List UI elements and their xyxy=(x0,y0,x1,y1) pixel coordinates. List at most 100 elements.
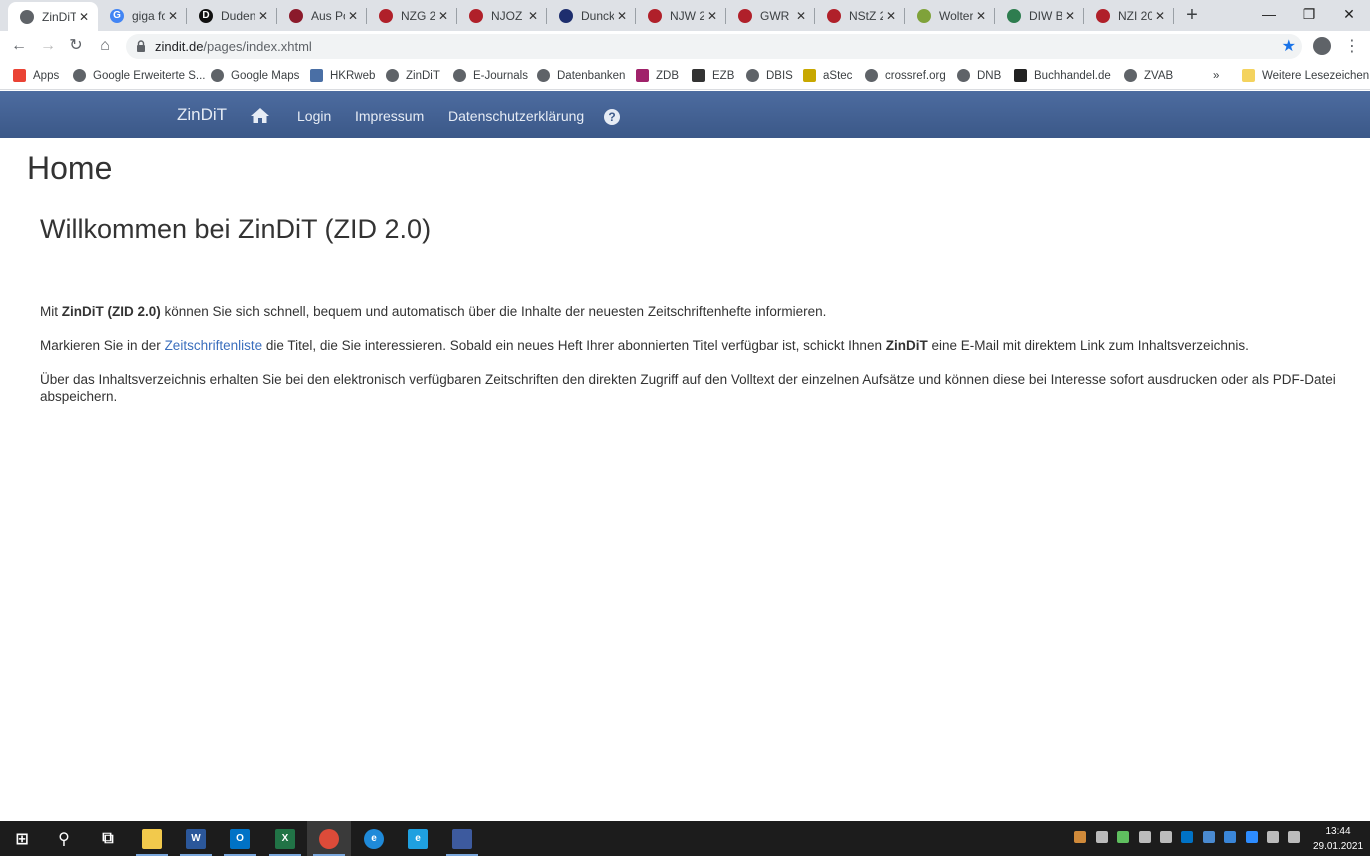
bookmark-star-icon[interactable]: ★ xyxy=(1282,36,1296,56)
browser-tab[interactable]: Aus Po✕ xyxy=(277,0,367,31)
home-icon[interactable] xyxy=(250,107,270,124)
browser-tab[interactable]: NStZ 2 ✕ xyxy=(815,0,905,31)
tab-close-icon[interactable]: ✕ xyxy=(614,9,630,23)
tab-title: giga fo xyxy=(132,8,165,23)
chrome-menu-icon[interactable]: ⋮ xyxy=(1344,36,1360,56)
browser-tab[interactable]: NZG 2 ✕ xyxy=(367,0,457,31)
browser-tab[interactable]: Ggiga fo ✕ xyxy=(98,0,187,31)
folder-icon xyxy=(1242,69,1255,82)
bookmark-label: Datenbanken xyxy=(557,69,626,82)
tab-title: GWR 2 xyxy=(760,8,793,23)
search-button[interactable]: ⚲ xyxy=(42,821,86,856)
tab-separator xyxy=(725,8,726,24)
tray-usb-icon[interactable] xyxy=(1139,831,1151,843)
tab-strip: NZI 20✕DIW B✕Wolter✕NStZ 2✕GWR 2✕NJW 2✕D… xyxy=(0,0,1370,31)
nav-impressum-link[interactable]: Impressum xyxy=(355,108,424,124)
bookmark-zvab[interactable]: ZVAB xyxy=(1124,67,1173,84)
start-button[interactable]: ⊞ xyxy=(0,821,44,856)
tab-close-icon[interactable]: ✕ xyxy=(165,9,181,23)
bookmark-dbis[interactable]: DBIS xyxy=(746,67,793,84)
bookmark-astec[interactable]: aStec xyxy=(803,67,852,84)
bookmark-crossref-org[interactable]: crossref.org xyxy=(865,67,946,84)
tray-volume-icon[interactable] xyxy=(1288,831,1300,843)
tab-close-icon[interactable]: ✕ xyxy=(973,9,989,23)
tray-display-icon[interactable] xyxy=(1267,831,1279,843)
excel-app[interactable]: X xyxy=(263,821,307,856)
bookmark-e-journals[interactable]: E-Journals xyxy=(453,67,528,84)
nav-privacy-link[interactable]: Datenschutzerklärung xyxy=(448,108,584,124)
tray-chevron-icon[interactable] xyxy=(1074,831,1086,843)
browser-tab[interactable]: NJW 2 ✕ xyxy=(636,0,726,31)
bookmark-apps[interactable]: Apps xyxy=(13,67,59,84)
browser-tab[interactable]: ZinDiT ✕ xyxy=(8,2,98,31)
close-window-button[interactable]: ✕ xyxy=(1326,0,1370,31)
bookmark-hkrweb[interactable]: HKRweb xyxy=(310,67,375,84)
browser-tab[interactable]: D Duden ✕ xyxy=(187,0,277,31)
tab-title: NJOZ 2 xyxy=(491,8,525,23)
tray-cloud-icon[interactable] xyxy=(1224,831,1236,843)
tab-close-icon[interactable]: ✕ xyxy=(435,9,451,23)
browser-tab[interactable]: Wolter ✕ xyxy=(905,0,995,31)
tab-close-icon[interactable]: ✕ xyxy=(525,9,541,23)
bookmark-dnb[interactable]: DNB xyxy=(957,67,1001,84)
address-bar[interactable]: zindit.de/pages/index.xhtml ★ xyxy=(126,34,1302,59)
browser-tab[interactable]: Duncki✕ xyxy=(547,0,636,31)
outlook-app[interactable]: O xyxy=(218,821,262,856)
other-app[interactable] xyxy=(440,821,484,856)
bookmark-zdb[interactable]: ZDB xyxy=(636,67,679,84)
bookmark-google-erweiterte-s[interactable]: Google Erweiterte S... xyxy=(73,67,206,84)
tray-sync-icon[interactable] xyxy=(1203,831,1215,843)
tray-shield-icon[interactable] xyxy=(1096,831,1108,843)
back-button[interactable]: ← xyxy=(8,35,30,57)
tray-network-icon[interactable] xyxy=(1160,831,1172,843)
edge-app[interactable]: e xyxy=(352,821,396,856)
globe-icon xyxy=(865,69,878,82)
reload-button[interactable]: ↻ xyxy=(65,35,87,57)
bookmark-datenbanken[interactable]: Datenbanken xyxy=(537,67,625,84)
tab-close-icon[interactable]: ✕ xyxy=(255,9,271,23)
nav-login-link[interactable]: Login xyxy=(297,108,331,124)
bookmark-label: DNB xyxy=(977,69,1002,82)
tab-close-icon[interactable]: ✕ xyxy=(76,10,92,24)
tab-favicon-icon xyxy=(1096,8,1110,23)
tab-title: DIW B xyxy=(1029,8,1062,23)
word-app[interactable]: W xyxy=(174,821,218,856)
tray-zoom-icon[interactable] xyxy=(1246,831,1258,843)
explorer-app[interactable] xyxy=(130,821,174,856)
bookmark-label: aStec xyxy=(823,69,853,82)
bookmark-buchhandel-de[interactable]: Buchhandel.de xyxy=(1014,67,1111,84)
browser-tab[interactable]: DIW B ✕ xyxy=(995,0,1084,31)
profile-avatar-icon[interactable] xyxy=(1313,37,1331,55)
bookmark-google-maps[interactable]: Google Maps xyxy=(211,67,299,84)
home-button[interactable]: ⌂ xyxy=(94,35,116,57)
bookmark-label: ZinDiT xyxy=(406,69,440,82)
tab-close-icon[interactable]: ✕ xyxy=(883,9,899,23)
lock-icon[interactable] xyxy=(136,40,146,52)
tray-check-icon[interactable] xyxy=(1117,831,1129,843)
taskbar-clock[interactable]: 13:44 29.01.2021 xyxy=(1310,824,1366,854)
new-tab-button[interactable]: + xyxy=(1181,4,1203,26)
help-icon[interactable]: ? xyxy=(604,109,620,125)
bookmarks-overflow-button[interactable]: » xyxy=(1213,67,1219,84)
tab-close-icon[interactable]: ✕ xyxy=(1152,9,1168,23)
other-bookmarks-folder[interactable]: Weitere Lesezeichen xyxy=(1242,67,1369,84)
chrome-app[interactable] xyxy=(307,821,351,856)
tab-close-icon[interactable]: ✕ xyxy=(793,9,809,23)
tab-close-icon[interactable]: ✕ xyxy=(1062,9,1078,23)
forward-button[interactable]: → xyxy=(37,35,59,57)
tab-close-icon[interactable]: ✕ xyxy=(345,9,361,23)
browser-tab[interactable]: NJOZ 2✕ xyxy=(457,0,547,31)
edge-icon: e xyxy=(364,828,384,849)
url-text[interactable]: zindit.de/pages/index.xhtml xyxy=(155,39,312,54)
browser-tab[interactable]: NZI 20 ✕ xyxy=(1084,0,1174,31)
task-view-button[interactable]: ⧉ xyxy=(86,821,130,856)
tab-close-icon[interactable]: ✕ xyxy=(704,9,720,23)
ie-app[interactable]: e xyxy=(396,821,440,856)
browser-tab[interactable]: GWR 2✕ xyxy=(726,0,815,31)
p2-bold: ZinDiT xyxy=(885,338,928,353)
journal-list-link[interactable]: Zeitschriftenliste xyxy=(165,338,263,353)
bookmark-ezb[interactable]: EZB xyxy=(692,67,734,84)
site-brand-link[interactable]: ZinDiT xyxy=(177,105,227,125)
bookmark-zindit[interactable]: ZinDiT xyxy=(386,67,440,84)
tray-outlook-icon[interactable] xyxy=(1181,831,1193,843)
